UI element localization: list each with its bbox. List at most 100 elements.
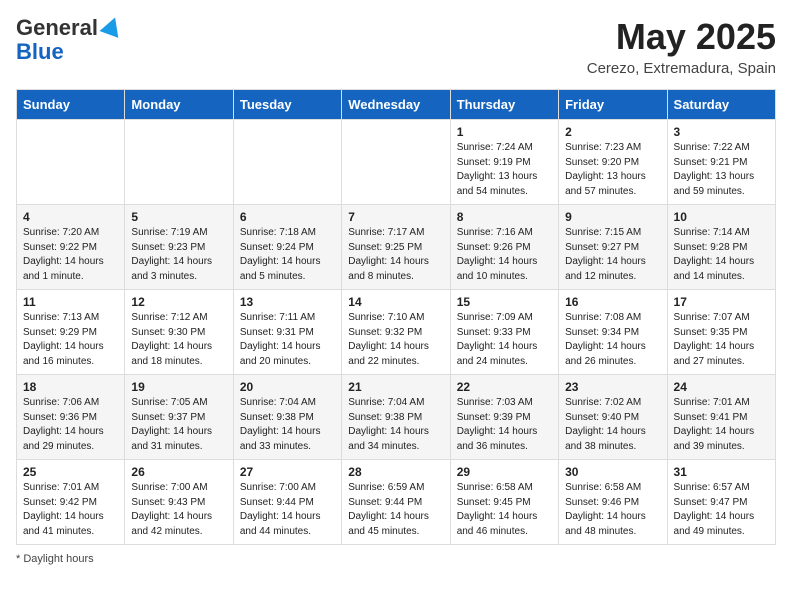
day-info: Sunrise: 7:22 AM Sunset: 9:21 PM Dayligh…	[674, 141, 769, 199]
day-number: 26	[131, 465, 226, 479]
logo-triangle-icon	[99, 14, 124, 38]
calendar-day-cell: 21Sunrise: 7:04 AM Sunset: 9:38 PM Dayli…	[342, 375, 450, 460]
day-info: Sunrise: 7:07 AM Sunset: 9:35 PM Dayligh…	[674, 311, 769, 369]
calendar-week-row: 25 Sunrise: 7:01 AM Sunset: 9:42 PM Dayli…	[17, 460, 776, 545]
calendar-day-cell: 5 Sunrise: 7:19 AM Sunset: 9:23 PM Daylig…	[125, 205, 233, 290]
logo: General Blue	[16, 16, 122, 64]
day-info: Sunrise: 7:13 AM Sunset: 9:29 PM Dayligh…	[23, 311, 118, 369]
title-area: May 2025 Cerezo, Extremadura, Spain	[587, 16, 776, 77]
day-number: 6	[240, 210, 335, 224]
day-number: 21	[348, 380, 443, 394]
day-number: 17	[674, 295, 769, 309]
calendar-week-row: 4 Sunrise: 7:20 AM Sunset: 9:22 PM Daylig…	[17, 205, 776, 290]
calendar-day-cell: 10Sunrise: 7:14 AM Sunset: 9:28 PM Dayli…	[667, 205, 775, 290]
day-number: 29	[457, 465, 552, 479]
day-of-week-header: Wednesday	[342, 90, 450, 120]
calendar-day-cell: 29 Sunrise: 6:58 AM Sunset: 9:45 PM Dayli…	[450, 460, 558, 545]
footer-note: * Daylight hours	[16, 553, 776, 565]
day-number: 28	[348, 465, 443, 479]
day-number: 24	[674, 380, 769, 394]
day-info: Sunrise: 7:11 AM Sunset: 9:31 PM Dayligh…	[240, 311, 335, 369]
day-info: Sunrise: 7:20 AM Sunset: 9:22 PM Dayligh…	[23, 226, 118, 284]
calendar-day-cell: 25 Sunrise: 7:01 AM Sunset: 9:42 PM Dayli…	[17, 460, 125, 545]
calendar-day-cell: 19 Sunrise: 7:05 AM Sunset: 9:37 PM Dayli…	[125, 375, 233, 460]
day-number: 7	[348, 210, 443, 224]
day-number: 19	[131, 380, 226, 394]
header: General Blue May 2025 Cerezo, Extremadur…	[16, 16, 776, 77]
calendar-week-row: 11Sunrise: 7:13 AM Sunset: 9:29 PM Dayli…	[17, 290, 776, 375]
day-info: Sunrise: 7:06 AM Sunset: 9:36 PM Dayligh…	[23, 396, 118, 454]
calendar-day-cell: 9Sunrise: 7:15 AM Sunset: 9:27 PM Daylig…	[559, 205, 667, 290]
day-number: 12	[131, 295, 226, 309]
day-info: Sunrise: 7:19 AM Sunset: 9:23 PM Dayligh…	[131, 226, 226, 284]
day-of-week-header: Thursday	[450, 90, 558, 120]
calendar-day-cell	[125, 120, 233, 205]
day-info: Sunrise: 7:00 AM Sunset: 9:43 PM Dayligh…	[131, 481, 226, 539]
day-number: 27	[240, 465, 335, 479]
day-number: 22	[457, 380, 552, 394]
day-info: Sunrise: 7:23 AM Sunset: 9:20 PM Dayligh…	[565, 141, 660, 199]
day-info: Sunrise: 7:08 AM Sunset: 9:34 PM Dayligh…	[565, 311, 660, 369]
day-of-week-header: Tuesday	[233, 90, 341, 120]
day-of-week-header: Friday	[559, 90, 667, 120]
calendar-day-cell: 20 Sunrise: 7:04 AM Sunset: 9:38 PM Dayli…	[233, 375, 341, 460]
calendar-day-cell: 8Sunrise: 7:16 AM Sunset: 9:26 PM Daylig…	[450, 205, 558, 290]
day-info: Sunrise: 7:00 AM Sunset: 9:44 PM Dayligh…	[240, 481, 335, 539]
main-title: May 2025	[587, 16, 776, 58]
calendar-week-row: 1Sunrise: 7:24 AM Sunset: 9:19 PM Daylig…	[17, 120, 776, 205]
day-of-week-header: Saturday	[667, 90, 775, 120]
day-info: Sunrise: 7:05 AM Sunset: 9:37 PM Dayligh…	[131, 396, 226, 454]
calendar-day-cell: 15 Sunrise: 7:09 AM Sunset: 9:33 PM Dayli…	[450, 290, 558, 375]
day-info: Sunrise: 7:03 AM Sunset: 9:39 PM Dayligh…	[457, 396, 552, 454]
calendar-day-cell	[17, 120, 125, 205]
day-info: Sunrise: 6:57 AM Sunset: 9:47 PM Dayligh…	[674, 481, 769, 539]
calendar-day-cell: 3 Sunrise: 7:22 AM Sunset: 9:21 PM Daylig…	[667, 120, 775, 205]
day-info: Sunrise: 7:01 AM Sunset: 9:41 PM Dayligh…	[674, 396, 769, 454]
logo-general-text: General	[16, 16, 98, 40]
calendar-day-cell: 27 Sunrise: 7:00 AM Sunset: 9:44 PM Dayli…	[233, 460, 341, 545]
day-info: Sunrise: 7:01 AM Sunset: 9:42 PM Dayligh…	[23, 481, 118, 539]
day-of-week-header: Monday	[125, 90, 233, 120]
calendar-day-cell: 13 Sunrise: 7:11 AM Sunset: 9:31 PM Dayli…	[233, 290, 341, 375]
calendar-header-row: SundayMondayTuesdayWednesdayThursdayFrid…	[17, 90, 776, 120]
day-info: Sunrise: 7:09 AM Sunset: 9:33 PM Dayligh…	[457, 311, 552, 369]
day-info: Sunrise: 7:12 AM Sunset: 9:30 PM Dayligh…	[131, 311, 226, 369]
calendar-day-cell: 22 Sunrise: 7:03 AM Sunset: 9:39 PM Dayli…	[450, 375, 558, 460]
day-number: 25	[23, 465, 118, 479]
calendar-day-cell: 31Sunrise: 6:57 AM Sunset: 9:47 PM Dayli…	[667, 460, 775, 545]
day-number: 30	[565, 465, 660, 479]
day-number: 15	[457, 295, 552, 309]
calendar-day-cell: 14 Sunrise: 7:10 AM Sunset: 9:32 PM Dayli…	[342, 290, 450, 375]
calendar-week-row: 18Sunrise: 7:06 AM Sunset: 9:36 PM Dayli…	[17, 375, 776, 460]
day-info: Sunrise: 7:10 AM Sunset: 9:32 PM Dayligh…	[348, 311, 443, 369]
calendar-day-cell: 2 Sunrise: 7:23 AM Sunset: 9:20 PM Daylig…	[559, 120, 667, 205]
day-info: Sunrise: 6:58 AM Sunset: 9:46 PM Dayligh…	[565, 481, 660, 539]
day-info: Sunrise: 6:58 AM Sunset: 9:45 PM Dayligh…	[457, 481, 552, 539]
calendar-day-cell	[342, 120, 450, 205]
calendar-day-cell: 7 Sunrise: 7:17 AM Sunset: 9:25 PM Daylig…	[342, 205, 450, 290]
day-info: Sunrise: 7:15 AM Sunset: 9:27 PM Dayligh…	[565, 226, 660, 284]
day-info: Sunrise: 7:16 AM Sunset: 9:26 PM Dayligh…	[457, 226, 552, 284]
day-number: 1	[457, 125, 552, 139]
day-number: 14	[348, 295, 443, 309]
day-info: Sunrise: 7:18 AM Sunset: 9:24 PM Dayligh…	[240, 226, 335, 284]
day-number: 4	[23, 210, 118, 224]
day-number: 3	[674, 125, 769, 139]
day-number: 20	[240, 380, 335, 394]
day-of-week-header: Sunday	[17, 90, 125, 120]
calendar-day-cell: 23Sunrise: 7:02 AM Sunset: 9:40 PM Dayli…	[559, 375, 667, 460]
day-number: 2	[565, 125, 660, 139]
day-info: Sunrise: 7:17 AM Sunset: 9:25 PM Dayligh…	[348, 226, 443, 284]
logo-blue-text: Blue	[16, 39, 64, 64]
calendar-day-cell: 18Sunrise: 7:06 AM Sunset: 9:36 PM Dayli…	[17, 375, 125, 460]
day-number: 5	[131, 210, 226, 224]
day-info: Sunrise: 7:02 AM Sunset: 9:40 PM Dayligh…	[565, 396, 660, 454]
calendar-day-cell: 6 Sunrise: 7:18 AM Sunset: 9:24 PM Daylig…	[233, 205, 341, 290]
day-number: 13	[240, 295, 335, 309]
day-info: Sunrise: 7:04 AM Sunset: 9:38 PM Dayligh…	[240, 396, 335, 454]
calendar-day-cell: 1Sunrise: 7:24 AM Sunset: 9:19 PM Daylig…	[450, 120, 558, 205]
calendar-day-cell: 4 Sunrise: 7:20 AM Sunset: 9:22 PM Daylig…	[17, 205, 125, 290]
day-info: Sunrise: 6:59 AM Sunset: 9:44 PM Dayligh…	[348, 481, 443, 539]
calendar-day-cell: 30 Sunrise: 6:58 AM Sunset: 9:46 PM Dayli…	[559, 460, 667, 545]
calendar-day-cell: 11Sunrise: 7:13 AM Sunset: 9:29 PM Dayli…	[17, 290, 125, 375]
